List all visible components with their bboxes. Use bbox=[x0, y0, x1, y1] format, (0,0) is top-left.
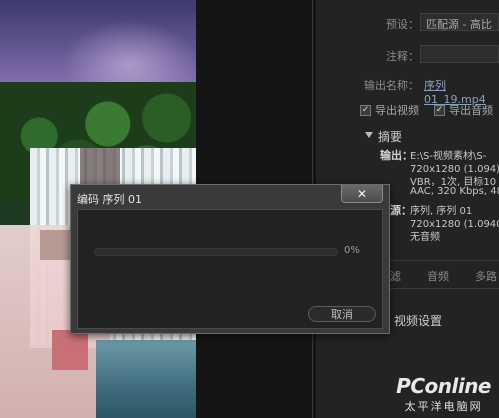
tab-multiplexer[interactable]: 多路 bbox=[475, 268, 497, 284]
watermark: PConline 太平洋电脑网 bbox=[396, 374, 491, 414]
export-audio-label: 导出音频 bbox=[449, 104, 493, 117]
summary-output-line: AAC, 320 Kbps, 48 k bbox=[410, 186, 499, 197]
dialog-body: 0% 取消 bbox=[77, 209, 383, 329]
summary-source-label: 源： bbox=[390, 204, 412, 217]
checkbox-checked-icon: ✓ bbox=[360, 104, 371, 116]
progress-bar bbox=[94, 248, 338, 256]
preset-label: 预设： bbox=[386, 18, 419, 31]
export-audio-checkbox[interactable]: ✓ 导出音频 bbox=[434, 102, 493, 118]
settings-tabs: 滤 音频 多路 bbox=[390, 268, 497, 284]
triangle-down-icon[interactable] bbox=[365, 132, 373, 138]
close-button[interactable]: ✕ bbox=[341, 185, 383, 203]
comment-label: 注释： bbox=[386, 50, 419, 63]
progress-percent: 0% bbox=[344, 245, 360, 256]
checkbox-checked-icon: ✓ bbox=[434, 104, 445, 116]
watermark-logo: PConline bbox=[396, 374, 491, 398]
preview-rock bbox=[80, 148, 120, 188]
summary-source-line: 无音频 bbox=[410, 232, 440, 243]
export-video-checkbox[interactable]: ✓ 导出视频 bbox=[360, 102, 419, 118]
close-icon: ✕ bbox=[356, 186, 368, 201]
summary-title: 摘要 bbox=[378, 130, 403, 144]
tab-filters[interactable]: 滤 bbox=[390, 268, 401, 284]
preset-select[interactable]: 匹配源 - 高比 bbox=[420, 13, 499, 31]
tab-audio[interactable]: 音频 bbox=[427, 268, 449, 284]
export-video-label: 导出视频 bbox=[375, 104, 419, 117]
dialog-title: 编码 序列 01 bbox=[77, 193, 142, 206]
video-settings-heading: 视频设置 bbox=[394, 314, 443, 328]
preview-water bbox=[96, 340, 196, 418]
preview-mosaic-block bbox=[40, 230, 70, 260]
output-name-label: 输出名称： bbox=[364, 79, 419, 92]
cancel-button[interactable]: 取消 bbox=[308, 306, 376, 322]
comment-input[interactable] bbox=[420, 45, 499, 63]
watermark-tagline: 太平洋电脑网 bbox=[404, 400, 483, 413]
encoding-dialog: 编码 序列 01 ✕ 0% 取消 bbox=[70, 184, 390, 334]
preview-mosaic-block bbox=[52, 330, 88, 370]
summary-output-label: 输出： bbox=[380, 149, 413, 162]
